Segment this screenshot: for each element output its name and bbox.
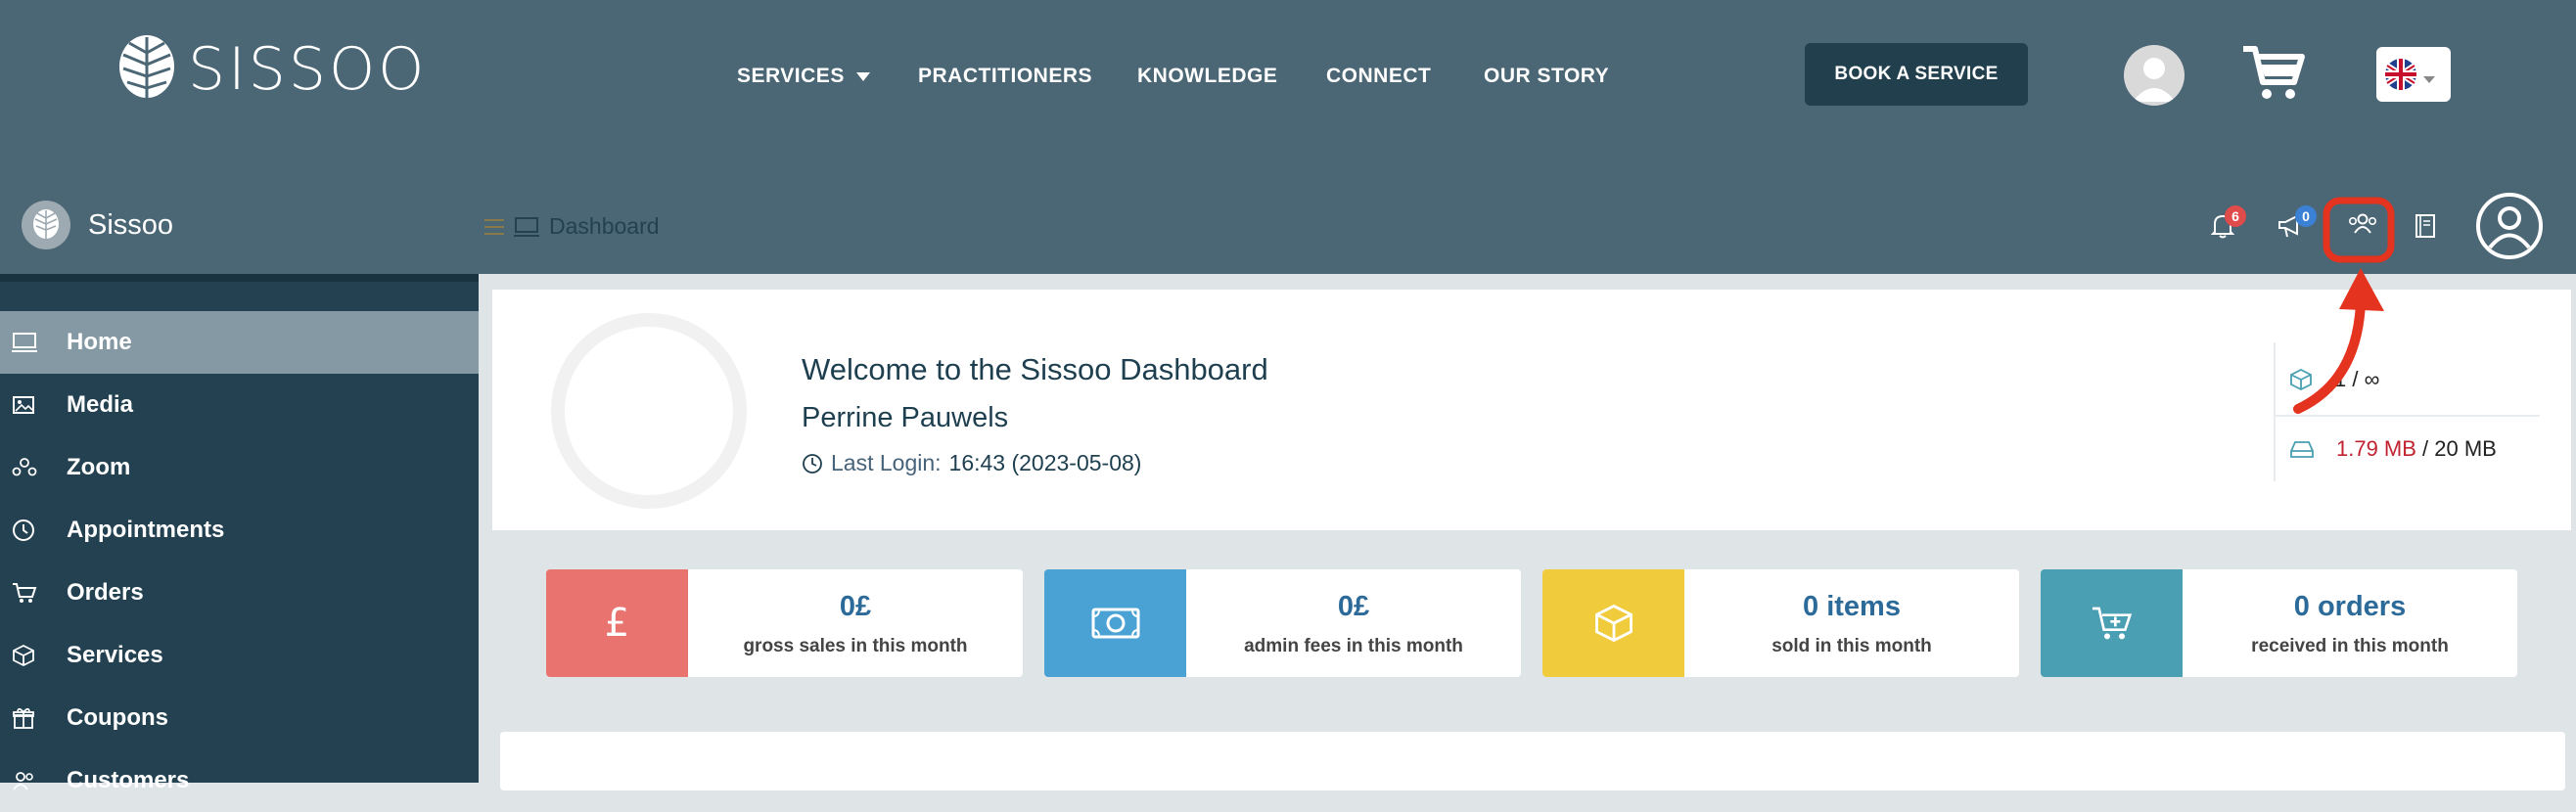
stat-label: gross sales in this month [743, 636, 968, 656]
language-selector[interactable] [2376, 47, 2451, 102]
money-icon [1091, 608, 1139, 639]
nav-services-label: SERVICES [737, 65, 845, 87]
notifications-button[interactable]: 6 [2211, 205, 2246, 239]
user-icon [2133, 58, 2176, 102]
stat-icon-box [1044, 569, 1186, 677]
image-icon [13, 396, 34, 414]
cart-plus-icon [2092, 607, 2132, 640]
sidebar-item-zoom[interactable]: Zoom [0, 436, 479, 499]
sidebar-item-label: Coupons [67, 704, 168, 731]
brand-logo[interactable]: SISSOO [115, 33, 427, 106]
breadcrumb-current[interactable]: Dashboard [549, 213, 660, 240]
stat-icon-box: £ [546, 569, 688, 677]
pound-icon: £ [604, 601, 630, 646]
nav-connect[interactable]: CONNECT [1326, 65, 1431, 88]
sidebar-title: Sissoo [88, 208, 174, 241]
last-login-label: Last Login: [831, 450, 942, 475]
clock-icon [13, 519, 34, 541]
stat-label: sold in this month [1771, 636, 1932, 656]
sidebar-item-label: Orders [67, 579, 144, 606]
nav-our-story[interactable]: OUR STORY [1484, 65, 1609, 88]
welcome-title: Welcome to the Sissoo Dashboard [802, 352, 1268, 386]
chevron-down-icon [2423, 75, 2435, 83]
sidebar-item-coupons[interactable]: Coupons [0, 687, 479, 749]
nav-knowledge[interactable]: KNOWLEDGE [1137, 65, 1277, 88]
sidebar-menu: Home Media Zoom Appointments Orders Serv… [0, 311, 479, 812]
notifications-badge: 6 [2225, 205, 2246, 227]
welcome-card: Welcome to the Sissoo Dashboard Perrine … [492, 290, 2571, 530]
breadcrumb: Dashboard [484, 213, 660, 240]
storage-used: 1.79 MB [2336, 436, 2416, 461]
cart-icon [13, 583, 37, 603]
content-card [500, 732, 2565, 790]
sidebar-item-appointments[interactable]: Appointments [0, 499, 479, 562]
stat-items-sold: 0 items sold in this month [1542, 569, 2019, 677]
dashboard-header: Dashboard 6 0 [479, 176, 2576, 274]
stat-value: 0 items [1803, 591, 1901, 622]
sidebar-item-label: Appointments [67, 517, 225, 543]
clock-icon [803, 453, 822, 474]
stat-admin-fees: 0£ admin fees in this month [1044, 569, 1521, 677]
last-login-value: 16:43 (2023-05-08) [948, 450, 1142, 475]
gift-icon [13, 707, 34, 729]
user-avatar[interactable] [2124, 45, 2185, 106]
last-login: Last Login: 16:43 (2023-05-08) [802, 450, 1141, 476]
brand-name: SISSOO [188, 35, 428, 104]
sidebar-divider [0, 274, 479, 282]
sidebar-item-label: Services [67, 642, 163, 668]
cube-icon [1594, 604, 1633, 643]
sidebar-item-label: Home [67, 329, 132, 355]
stat-orders-received: 0 orders received in this month [2041, 569, 2517, 677]
cart-button[interactable] [2241, 43, 2306, 104]
sidebar-item-label: Customers [67, 767, 190, 793]
sidebar-item-customers[interactable]: Customers [0, 749, 479, 812]
stat-label: admin fees in this month [1244, 636, 1463, 656]
drive-icon [2290, 441, 2314, 458]
sidebar-logo[interactable] [22, 201, 70, 249]
guide-button[interactable] [2415, 213, 2436, 239]
sidebar-item-services[interactable]: Services [0, 624, 479, 687]
stat-value: 0 orders [2293, 591, 2407, 622]
sidebar-item-label: Zoom [67, 454, 131, 480]
user-circle-icon [2476, 193, 2543, 259]
stat-value: 0£ [839, 591, 872, 622]
nav-services[interactable]: SERVICES [737, 65, 870, 88]
sidebar: Sissoo Home Media Zoom Appointments Orde… [0, 176, 479, 793]
leaf-logo-icon [33, 209, 59, 240]
annotation-highlight-arrow [2293, 197, 2395, 414]
hamburger-menu-icon[interactable] [484, 218, 504, 236]
group-icon [12, 458, 37, 476]
storage-total: / 20 MB [2415, 436, 2497, 461]
stat-value: 0£ [1337, 591, 1370, 622]
uk-flag-icon [2385, 59, 2416, 90]
cube-icon [13, 644, 34, 667]
sidebar-item-home[interactable]: Home [0, 311, 479, 374]
stat-gross-sales: £ 0£ gross sales in this month [546, 569, 1023, 677]
book-service-button[interactable]: BOOK A SERVICE [1805, 43, 2028, 106]
monitor-icon [514, 216, 539, 237]
cart-icon [2243, 46, 2305, 99]
stat-icon-box [1542, 569, 1684, 677]
chevron-down-icon [855, 71, 870, 81]
monitor-icon [12, 333, 37, 352]
stat-label: received in this month [2251, 636, 2449, 656]
profile-button[interactable] [2475, 192, 2544, 260]
user-name: Perrine Pauwels [802, 402, 1009, 433]
storage-quota: 1.79 MB / 20 MB [2276, 415, 2540, 481]
sidebar-item-media[interactable]: Media [0, 374, 479, 436]
sidebar-item-label: Media [67, 391, 134, 418]
sidebar-item-orders[interactable]: Orders [0, 562, 479, 624]
leaf-logo-icon [119, 35, 174, 102]
profile-ring [551, 313, 747, 509]
book-icon [2415, 214, 2435, 238]
sidebar-header: Sissoo [0, 176, 479, 274]
users-icon [13, 772, 33, 790]
stat-icon-box [2041, 569, 2183, 677]
nav-practitioners[interactable]: PRACTITIONERS [918, 65, 1092, 88]
top-navbar: SISSOO SERVICES PRACTITIONERS KNOWLEDGE … [0, 0, 2576, 176]
